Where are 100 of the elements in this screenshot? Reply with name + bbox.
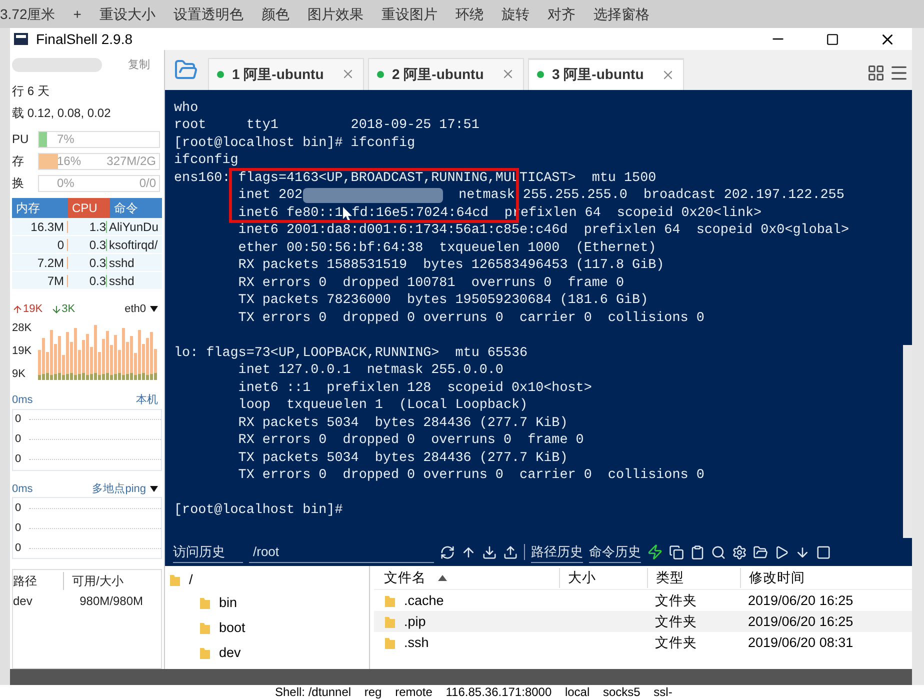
column-header[interactable]: 可用/大小 [63,572,124,590]
ribbon-item[interactable]: 设置透明色 [173,4,244,24]
folder-icon [199,596,211,610]
column-header[interactable]: 修改时间 [740,568,890,588]
file-row[interactable]: .pip 文件夹 2019/06/20 16:25 [374,611,912,632]
tree-item[interactable]: boot [219,618,246,638]
copy-icon[interactable] [669,544,684,560]
maximize-icon[interactable] [826,32,839,46]
meter-detail: 0/0 [139,176,156,190]
ribbon-item[interactable]: 3.72厘米 [0,4,56,24]
terminal-line: ether 00:50:56:bf:64:38 txqueuelen 1000 (Ethernet) [237,240,656,258]
caret-icon[interactable] [150,306,158,312]
tab-label: 2 阿里-ubuntu [392,64,484,84]
document-text: Shell: /dtunnel reg remote 116.85.36.171:8000 local socks5 ssl- [275,685,674,699]
folder-icon [384,636,396,650]
history-button[interactable]: 访问历史 [173,542,243,563]
column-header[interactable]: 大小 [559,568,647,588]
window-icon[interactable] [816,544,831,560]
table-cell-text: sshd [108,273,134,289]
mouse-pointer-icon [342,206,352,221]
ribbon-item[interactable]: 图片效果 [307,4,364,24]
search-icon[interactable] [711,544,726,560]
tab-label: 3 阿里-ubuntu [552,65,644,84]
file-name: .pip [404,612,426,631]
terminal-line: RX errors 0 dropped 100781 overruns 0 frame 0 [237,274,624,292]
terminal-line: TX packets 78236000 bytes 195059230684 (181.6 GiB) [237,292,648,310]
file-modified: 2019/06/20 16:25 [747,612,854,631]
copy-link[interactable]: 复制 [128,56,150,74]
grid-icon[interactable] [867,64,885,82]
column-header[interactable]: 命令 [110,198,162,218]
axis-label: 0 [15,432,22,448]
column-header[interactable]: 路径 [13,572,63,590]
axis-label: 0 [15,540,22,556]
column-header[interactable]: 文件名 [374,568,559,588]
process-row[interactable]: 0 0.3 ksoftirqd/ [12,236,162,254]
file-row[interactable]: .cache 文件夹 2019/06/20 16:25 [374,590,912,612]
column-header[interactable]: CPU [68,198,110,218]
table-cell-text: 1.3 [88,219,106,235]
down-arrow-icon [50,304,62,314]
tree-item[interactable]: bin [219,592,238,613]
meter-label: PU [12,131,30,148]
file-modified: 2019/06/20 16:25 [747,592,854,610]
ribbon-item[interactable]: 颜色 [261,4,290,24]
ping-target[interactable]: 本机 [136,392,158,408]
table-cell-text: 0.3 [88,255,106,271]
ribbon-item[interactable]: + [73,4,82,24]
terminal-line: loop txqueuelen 1 (Local Loopback) [237,397,528,415]
axis-label: 9K [12,366,26,382]
interface-selector[interactable]: eth0 [124,300,146,318]
session-tab[interactable]: 3 阿里-ubuntu [528,58,684,90]
ping-target[interactable]: 多地点ping [92,480,158,497]
ribbon-item[interactable]: 对齐 [547,4,576,24]
ribbon-item[interactable]: 重设图片 [381,4,438,24]
ribbon-item[interactable]: 旋转 [501,4,530,24]
terminal-line: RX packets 5034 bytes 284436 (277.7 KiB) [237,414,568,432]
ping-scale: 0ms [12,482,33,496]
table-cell-text: 0.3 [88,273,106,289]
folder-icon[interactable] [753,544,768,560]
column-header[interactable]: 内存 [12,198,68,218]
tree-item[interactable]: / [189,570,193,590]
caret-icon[interactable] [150,486,158,492]
settings-icon[interactable] [732,544,747,560]
download-icon[interactable] [482,544,497,560]
terminal-line: [root@localhost bin]# ifconfig [174,134,416,152]
terminal-line: TX errors 0 dropped 0 overruns 0 carrier 0 collisions 0 [237,310,704,328]
ribbon-item[interactable]: 选择窗格 [593,4,650,24]
upload-icon[interactable] [503,544,518,560]
uptime-text: 行 6 天 [12,83,50,100]
process-row[interactable]: 16.3M 1.3 AliYunDu [12,218,162,236]
table-cell-text: 980M/980M [78,593,143,610]
axis-label: 0 [15,500,22,516]
path-history-button[interactable]: 路径历史 [531,542,583,563]
command-history-button[interactable]: 命令历史 [589,542,641,563]
folder-icon [384,614,396,629]
terminal-line: ifconfig [174,152,238,170]
tree-item[interactable]: dev [219,642,241,663]
file-row[interactable]: .ssh 文件夹 2019/06/20 08:31 [374,632,912,654]
meter-detail: 327M/2G [106,154,156,168]
axis-label: 28K [12,321,33,336]
session-tab[interactable]: 1 阿里-ubuntu [208,58,364,90]
play-icon[interactable] [774,544,789,560]
session-tab[interactable]: 2 阿里-ubuntu [368,58,524,90]
ribbon-item[interactable]: 重设大小 [99,4,156,24]
ribbon-item[interactable]: 环绕 [455,4,484,24]
meter-reading: 0% [57,176,74,190]
process-row[interactable]: 7.2M 0.3 sshd [12,254,162,272]
column-header[interactable]: 类型 [647,568,740,588]
table-cell-text: ksoftirqd/ [108,237,158,253]
file-name: .cache [404,592,444,610]
path-field[interactable]: /root [249,542,434,563]
upload-rate: 19K [23,302,43,317]
lightning-icon[interactable] [647,544,663,560]
refresh-icon[interactable] [440,544,455,560]
paste-icon[interactable] [690,544,705,560]
process-row[interactable]: 7M 0.3 sshd [12,272,162,290]
terminal-line: who [174,100,198,118]
terminal-line: [root@localhost bin]# [174,502,343,520]
down-arrow-icon[interactable] [795,544,810,560]
file-name: .ssh [404,634,429,652]
file-type: 文件夹 [654,592,698,610]
